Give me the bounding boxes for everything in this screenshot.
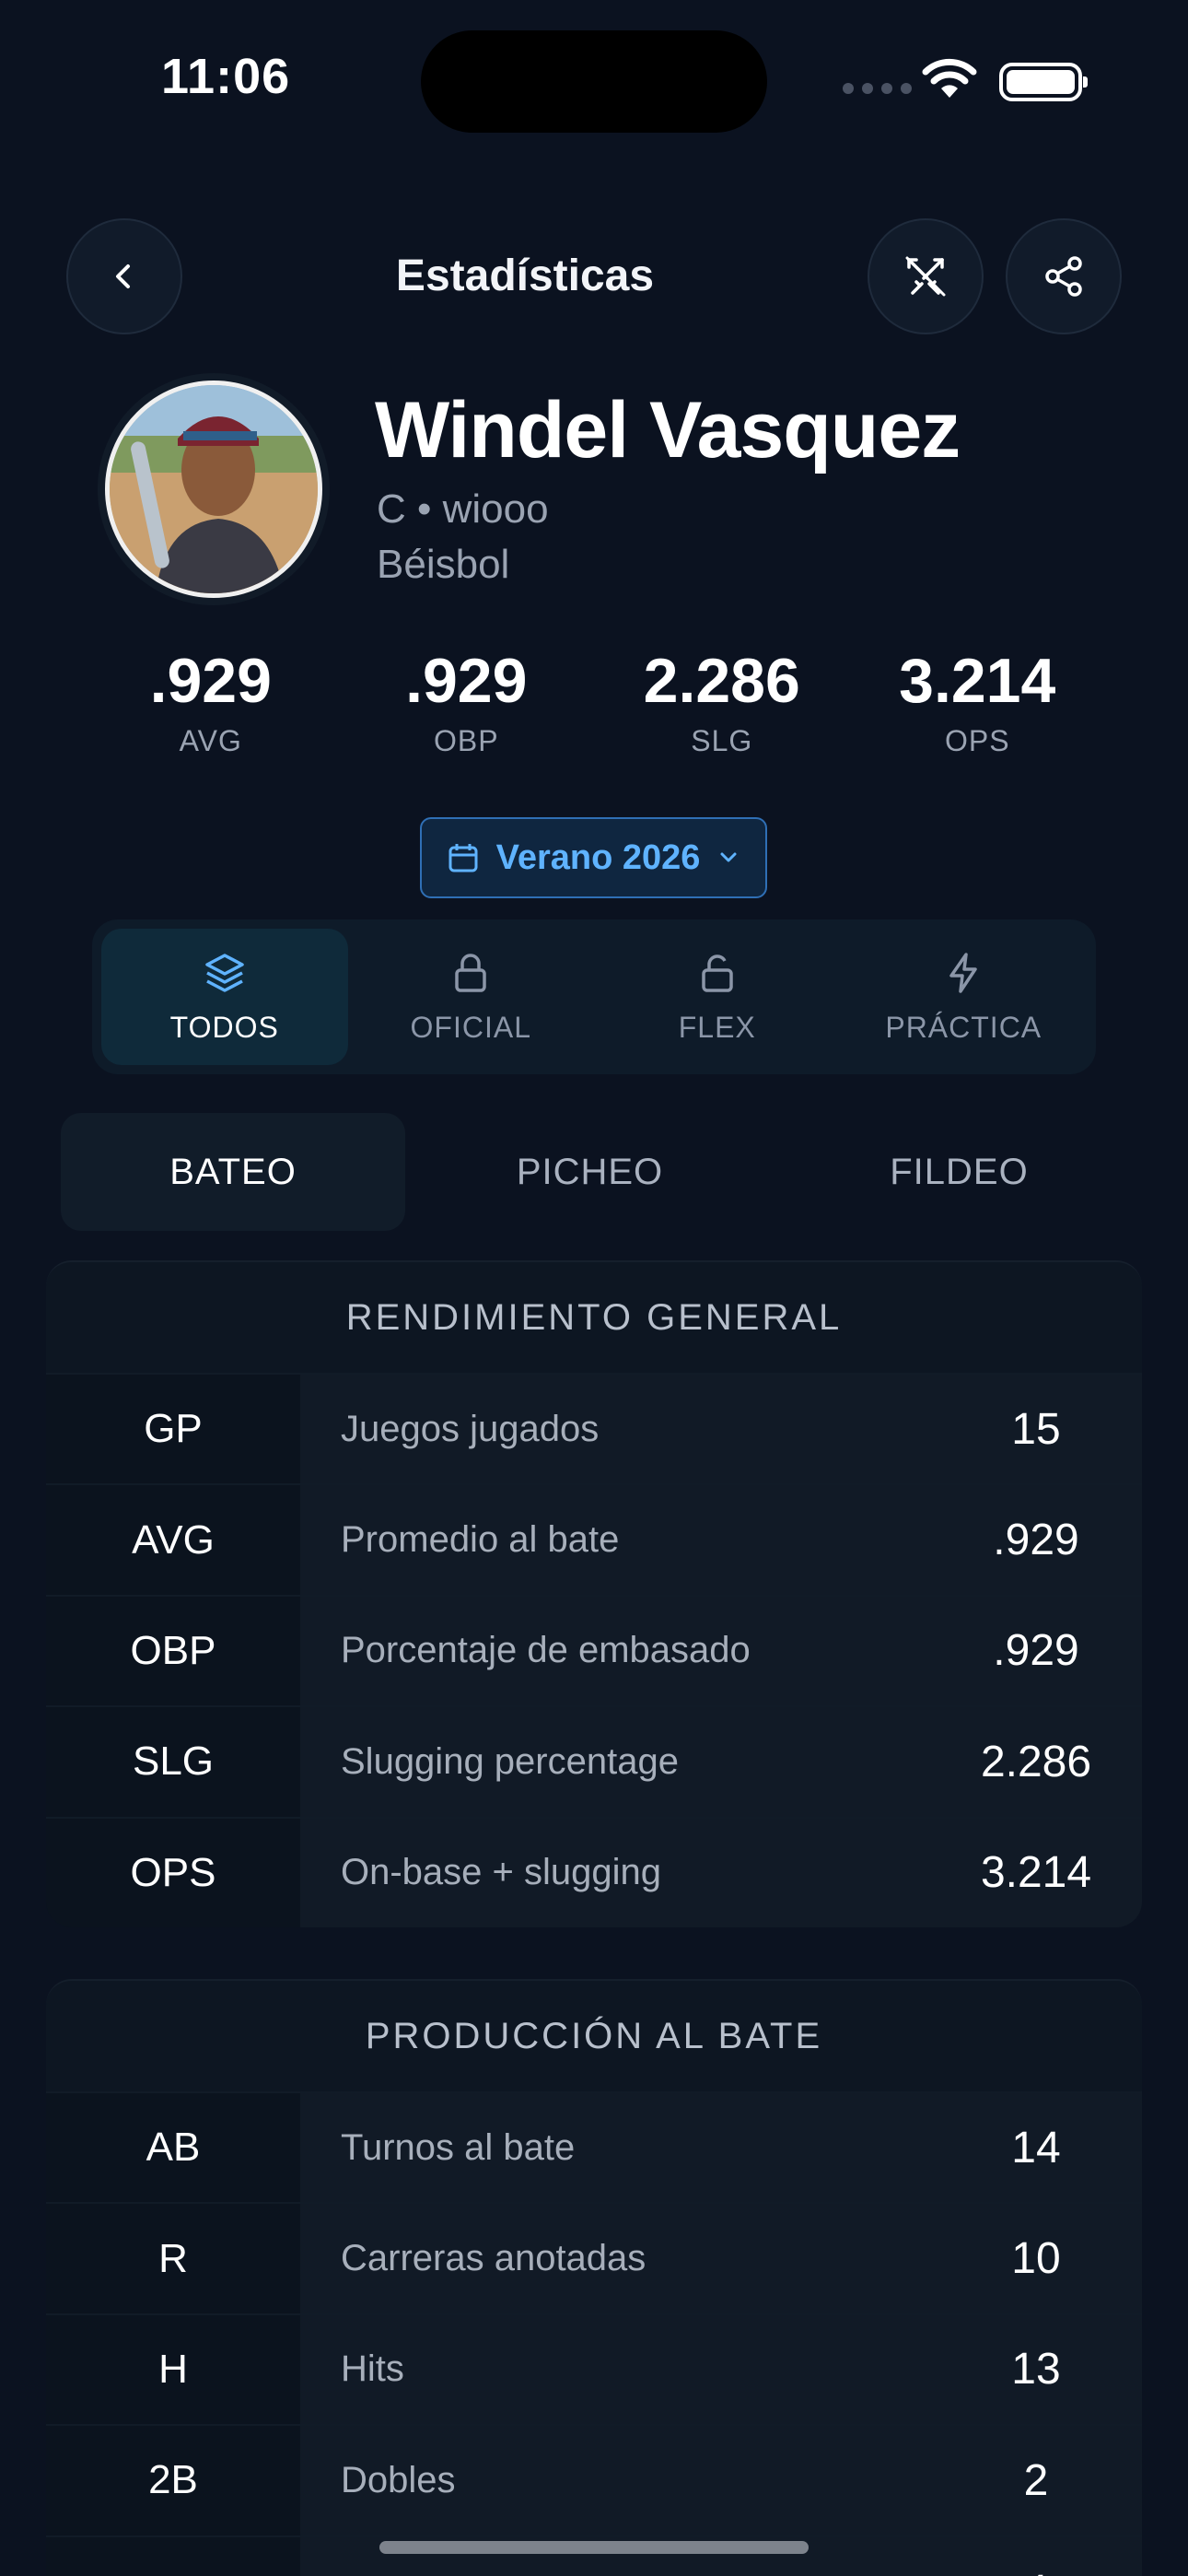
home-indicator[interactable] [379, 2541, 809, 2554]
stat-desc: Promedio al bate [300, 1485, 930, 1595]
stat-value: 4 [930, 2536, 1142, 2576]
stat-value: 2.286 [930, 1707, 1142, 1817]
wifi-icon [921, 57, 978, 104]
table-row: AB Turnos al bate 14 [46, 2091, 1142, 2203]
summary-stats: .929 AVG .929 OBP 2.286 SLG 3.214 OPS [83, 645, 1105, 758]
table-row: OBP Porcentaje de embasado .929 [46, 1594, 1142, 1706]
game-type-label: FLEX [678, 1010, 756, 1044]
summary-stat-value: 3.214 [899, 646, 1056, 716]
stat-abbr: 3B [46, 2536, 300, 2576]
stats-section-production: PRODUCCIÓN AL BATE AB Turnos al bate 14 … [46, 1979, 1142, 2576]
stat-desc: Turnos al bate [300, 2093, 930, 2203]
stat-value: 10 [930, 2204, 1142, 2313]
share-button[interactable] [1006, 218, 1122, 334]
summary-stat-value: .929 [405, 646, 528, 716]
tab-fildeo[interactable]: FILDEO [775, 1113, 1144, 1231]
season-selector[interactable]: Verano 2026 [420, 817, 767, 898]
table-row: AVG Promedio al bate .929 [46, 1483, 1142, 1595]
stat-value: 2 [930, 2426, 1142, 2535]
player-name: Windel Vasquez [375, 386, 961, 474]
table-row: H Hits 13 [46, 2313, 1142, 2425]
summary-stat: 2.286 SLG [594, 645, 850, 758]
stat-desc: Dobles [300, 2426, 930, 2535]
share-icon [1045, 256, 1082, 297]
stat-abbr: R [46, 2204, 300, 2313]
section-title: PRODUCCIÓN AL BATE [365, 2015, 823, 2056]
table-row: 2B Dobles 2 [46, 2424, 1142, 2535]
stat-desc: Hits [300, 2314, 930, 2425]
stat-desc: On-base + slugging [300, 1818, 930, 1927]
game-type-todos[interactable]: TODOS [101, 929, 348, 1065]
avatar-container [98, 373, 330, 605]
stat-abbr: 2B [46, 2426, 300, 2535]
calendar-icon [448, 844, 478, 872]
chevron-down-icon [720, 852, 737, 862]
summary-stat-label: OPS [944, 724, 1010, 757]
summary-stat-value: 2.286 [643, 646, 800, 716]
table-row: OPS On-base + slugging 3.214 [46, 1816, 1142, 1927]
stat-value: 15 [930, 1375, 1142, 1484]
compare-button[interactable] [868, 218, 984, 334]
table-row: GP Juegos jugados 15 [46, 1373, 1142, 1484]
category-tabs: BATEO PICHEO FILDEO [61, 1113, 1144, 1231]
game-type-oficial[interactable]: OFICIAL [348, 929, 595, 1065]
tab-picheo[interactable]: PICHEO [405, 1113, 775, 1231]
stat-desc: Carreras anotadas [300, 2204, 930, 2313]
stat-abbr: H [46, 2314, 300, 2425]
season-label: Verano 2026 [495, 837, 701, 877]
table-row: R Carreras anotadas 10 [46, 2202, 1142, 2313]
summary-stat: .929 AVG [83, 645, 339, 758]
stat-abbr: OPS [46, 1818, 300, 1927]
table-row: SLG Slugging percentage 2.286 [46, 1705, 1142, 1817]
summary-stat-value: .929 [149, 646, 272, 716]
dynamic-island [421, 30, 767, 133]
game-type-label: PRÁCTICA [885, 1010, 1042, 1044]
stat-abbr: OBP [46, 1596, 300, 1706]
stat-value: 3.214 [930, 1818, 1142, 1927]
stat-value: 14 [930, 2093, 1142, 2203]
summary-stat: .929 OBP [339, 645, 595, 758]
stat-abbr: GP [46, 1375, 300, 1484]
avatar [105, 381, 322, 598]
battery-icon [999, 63, 1088, 101]
stat-value: .929 [930, 1596, 1142, 1706]
summary-stat-label: OBP [433, 724, 499, 757]
stat-abbr: AB [46, 2093, 300, 2203]
layers-icon [205, 953, 244, 992]
summary-stat-label: AVG [179, 724, 242, 757]
cellular-signal-icon [843, 83, 912, 94]
summary-stat-label: SLG [691, 724, 753, 757]
tab-bateo[interactable]: BATEO [61, 1113, 405, 1231]
stat-value: .929 [930, 1485, 1142, 1595]
game-type-flex[interactable]: FLEX [594, 929, 841, 1065]
player-sport: Béisbol [377, 542, 510, 587]
game-type-label: TODOS [169, 1010, 279, 1044]
stat-abbr: AVG [46, 1485, 300, 1595]
lock-icon [455, 953, 486, 992]
crossed-swords-icon [905, 256, 946, 297]
stat-desc: Slugging percentage [300, 1707, 930, 1817]
page-title: Estadísticas [395, 252, 655, 300]
summary-stat: 3.214 OPS [850, 645, 1106, 758]
stat-value: 13 [930, 2314, 1142, 2425]
player-position: C • wiooo [377, 486, 549, 532]
game-type-filter: TODOS OFICIAL FLEX PRÁCTICA [92, 919, 1096, 1074]
stat-desc: Porcentaje de embasado [300, 1596, 930, 1706]
game-type-label: OFICIAL [410, 1010, 531, 1044]
stats-section-general: RENDIMIENTO GENERAL GP Juegos jugados 15… [46, 1260, 1142, 1927]
game-type-practica[interactable]: PRÁCTICA [841, 929, 1088, 1065]
status-time: 11:06 [161, 49, 291, 104]
lightning-icon [949, 952, 977, 993]
stat-desc: Juegos jugados [300, 1375, 930, 1484]
section-title: RENDIMIENTO GENERAL [345, 1296, 843, 1338]
unlock-icon [702, 954, 733, 992]
stat-abbr: SLG [46, 1707, 300, 1817]
